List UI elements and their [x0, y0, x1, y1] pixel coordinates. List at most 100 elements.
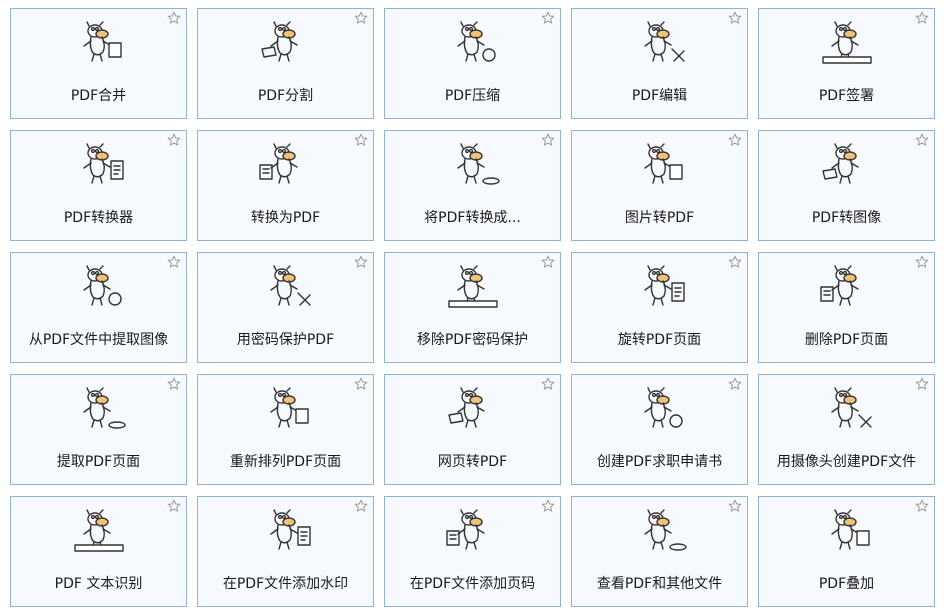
- tool-tile[interactable]: PDF转换器: [10, 130, 187, 241]
- tool-tile[interactable]: 网页转PDF: [384, 374, 561, 485]
- image-to-pdf-icon: [643, 143, 683, 184]
- tool-tile[interactable]: 用摄像头创建PDF文件: [758, 374, 935, 485]
- sign-pdf-icon: [821, 21, 872, 64]
- favorite-star-icon[interactable]: [167, 255, 181, 269]
- compress-pdf-icon: [456, 21, 496, 62]
- tool-label: PDF合并: [70, 88, 127, 104]
- split-pdf-icon: [260, 21, 298, 62]
- tool-tile[interactable]: PDF转图像: [758, 130, 935, 241]
- favorite-star-icon[interactable]: [728, 133, 742, 147]
- favorite-star-icon[interactable]: [354, 11, 368, 25]
- tool-label: 删除PDF页面: [804, 332, 889, 348]
- tool-label: 查看PDF和其他文件: [596, 576, 723, 592]
- tool-label: 旋转PDF页面: [617, 332, 702, 348]
- favorite-star-icon[interactable]: [354, 255, 368, 269]
- favorite-star-icon[interactable]: [728, 255, 742, 269]
- webcam-pdf-icon: [830, 387, 872, 428]
- tool-label: 移除PDF密码保护: [416, 332, 529, 348]
- favorite-star-icon[interactable]: [541, 499, 555, 513]
- tool-label: 从PDF文件中提取图像: [28, 332, 169, 348]
- tool-label: PDF签署: [818, 88, 875, 104]
- tool-label: 转换为PDF: [250, 210, 321, 226]
- favorite-star-icon[interactable]: [167, 133, 181, 147]
- tool-tile[interactable]: 将PDF转换成...: [384, 130, 561, 241]
- tool-label: 提取PDF页面: [56, 454, 141, 470]
- favorite-star-icon[interactable]: [541, 133, 555, 147]
- tool-tile[interactable]: PDF压缩: [384, 8, 561, 119]
- tool-tile[interactable]: PDF叠加: [758, 496, 935, 607]
- tool-tile[interactable]: 旋转PDF页面: [571, 252, 748, 363]
- extract-pages-icon: [82, 387, 126, 429]
- tool-tile[interactable]: 在PDF文件添加页码: [384, 496, 561, 607]
- tool-label: 将PDF转换成...: [424, 210, 521, 226]
- favorite-star-icon[interactable]: [541, 255, 555, 269]
- reorder-pages-icon: [269, 387, 309, 428]
- tool-tile[interactable]: 删除PDF页面: [758, 252, 935, 363]
- tool-tile[interactable]: 转换为PDF: [197, 130, 374, 241]
- tool-tile[interactable]: 用密码保护PDF: [197, 252, 374, 363]
- tool-tile[interactable]: 移除PDF密码保护: [384, 252, 561, 363]
- tool-tile[interactable]: 提取PDF页面: [10, 374, 187, 485]
- favorite-star-icon[interactable]: [541, 377, 555, 391]
- tool-label: 用摄像头创建PDF文件: [776, 454, 917, 470]
- page-numbers-icon: [445, 509, 485, 550]
- tool-label: PDF压缩: [444, 88, 501, 104]
- job-application-icon: [643, 387, 683, 428]
- tool-label: 用密码保护PDF: [236, 332, 335, 348]
- tool-label: PDF 文本识别: [54, 576, 143, 592]
- convert-pdf-to-icon: [456, 143, 500, 185]
- edit-pdf-icon: [643, 21, 685, 62]
- favorite-star-icon[interactable]: [915, 377, 929, 391]
- tool-tile[interactable]: 重新排列PDF页面: [197, 374, 374, 485]
- webpage-to-pdf-icon: [447, 387, 485, 428]
- password-protect-icon: [269, 265, 311, 306]
- remove-password-icon: [447, 265, 498, 308]
- favorite-star-icon[interactable]: [167, 11, 181, 25]
- pdf-to-image-icon: [821, 143, 859, 184]
- favorite-star-icon[interactable]: [354, 499, 368, 513]
- favorite-star-icon[interactable]: [728, 499, 742, 513]
- tool-tile[interactable]: 查看PDF和其他文件: [571, 496, 748, 607]
- tool-label: PDF分割: [257, 88, 314, 104]
- extract-images-icon: [82, 265, 122, 306]
- tool-label: PDF转换器: [63, 210, 134, 226]
- tool-tile[interactable]: PDF合并: [10, 8, 187, 119]
- favorite-star-icon[interactable]: [354, 377, 368, 391]
- tool-label: 创建PDF求职申请书: [596, 454, 723, 470]
- favorite-star-icon[interactable]: [915, 133, 929, 147]
- tool-tile[interactable]: 从PDF文件中提取图像: [10, 252, 187, 363]
- favorite-star-icon[interactable]: [354, 133, 368, 147]
- favorite-star-icon[interactable]: [915, 499, 929, 513]
- tool-tile[interactable]: PDF编辑: [571, 8, 748, 119]
- tool-label: 在PDF文件添加水印: [222, 576, 349, 592]
- tool-label: PDF转图像: [811, 210, 882, 226]
- favorite-star-icon[interactable]: [167, 377, 181, 391]
- overlay-pdf-icon: [830, 509, 870, 550]
- merge-pdf-icon: [82, 21, 122, 62]
- favorite-star-icon[interactable]: [167, 499, 181, 513]
- tool-label: PDF叠加: [818, 576, 875, 592]
- tool-tile[interactable]: PDF签署: [758, 8, 935, 119]
- favorite-star-icon[interactable]: [915, 255, 929, 269]
- tool-label: 重新排列PDF页面: [229, 454, 342, 470]
- tool-grid: PDF合并 PDF分割 PDF压缩 PDF编辑 PDF签署 PDF转换器 转换为PDF 将PD…: [10, 8, 935, 607]
- favorite-star-icon[interactable]: [541, 11, 555, 25]
- tool-tile[interactable]: 创建PDF求职申请书: [571, 374, 748, 485]
- ocr-icon: [73, 509, 124, 552]
- tool-tile[interactable]: 图片转PDF: [571, 130, 748, 241]
- rotate-pages-icon: [643, 265, 685, 306]
- pdf-converter-icon: [82, 143, 124, 184]
- tool-tile[interactable]: 在PDF文件添加水印: [197, 496, 374, 607]
- delete-pages-icon: [819, 265, 859, 306]
- tool-tile[interactable]: PDF分割: [197, 8, 374, 119]
- view-files-icon: [643, 509, 687, 551]
- tool-label: PDF编辑: [631, 88, 688, 104]
- tool-tile[interactable]: PDF 文本识别: [10, 496, 187, 607]
- convert-to-pdf-icon: [258, 143, 298, 184]
- favorite-star-icon[interactable]: [915, 11, 929, 25]
- favorite-star-icon[interactable]: [728, 377, 742, 391]
- watermark-icon: [269, 509, 311, 550]
- tool-label: 网页转PDF: [437, 454, 508, 470]
- tool-label: 在PDF文件添加页码: [409, 576, 536, 592]
- favorite-star-icon[interactable]: [728, 11, 742, 25]
